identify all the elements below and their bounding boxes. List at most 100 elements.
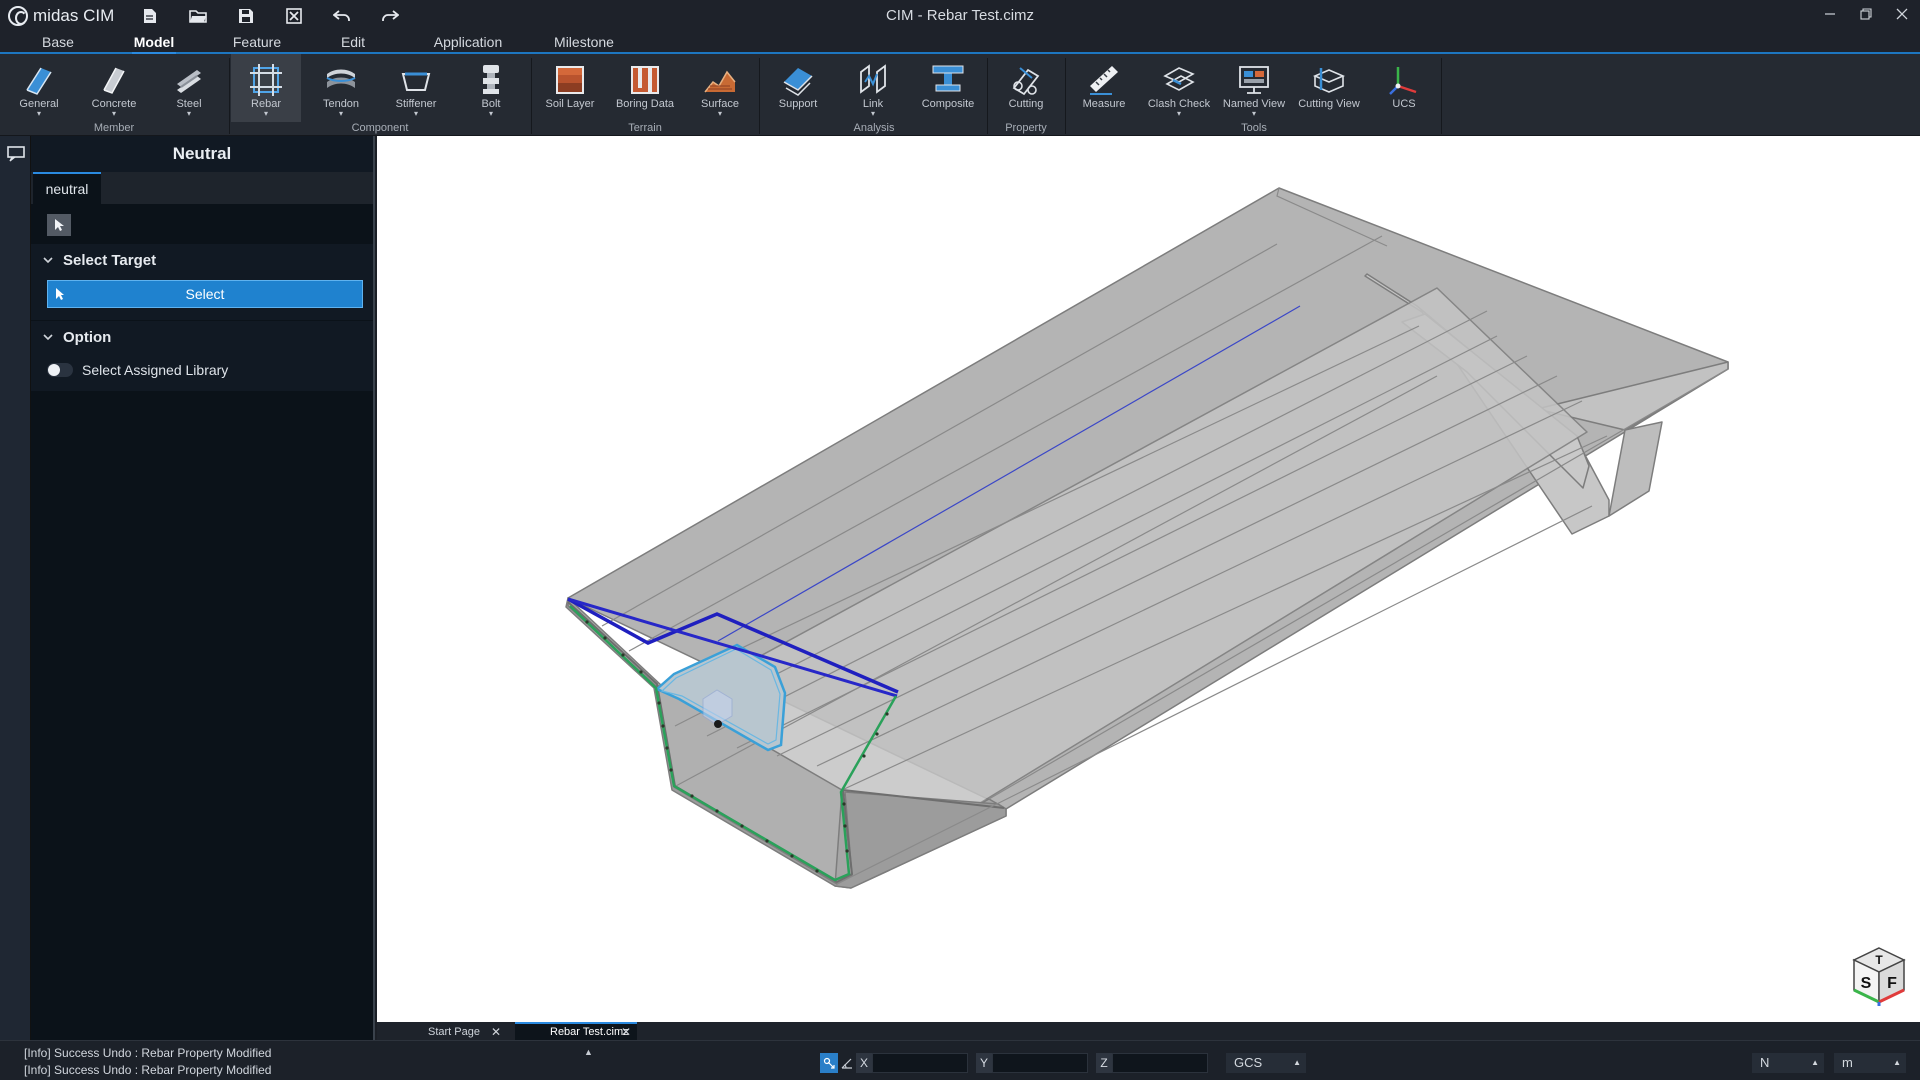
- select-assigned-library-toggle[interactable]: [47, 363, 73, 377]
- close-tab-icon[interactable]: ✕: [491, 1022, 501, 1042]
- angle-icon[interactable]: [838, 1053, 856, 1073]
- caret-up-icon: ▲: [1893, 1058, 1901, 1067]
- ribbon-measure-button[interactable]: Measure: [1069, 58, 1139, 122]
- stiffener-icon: [401, 72, 431, 91]
- select-assigned-library-label: Select Assigned Library: [82, 362, 229, 378]
- snap-icon[interactable]: [820, 1053, 838, 1073]
- open-folder-icon[interactable]: [174, 0, 222, 32]
- ribbon-soil-layer-button[interactable]: Soil Layer: [535, 58, 605, 122]
- option-section: Option Select Assigned Library: [31, 321, 373, 392]
- tab-base[interactable]: Base: [30, 32, 86, 52]
- coordinate-system-select[interactable]: GCS ▲: [1226, 1053, 1306, 1073]
- view-cube-top-label[interactable]: T: [1875, 953, 1883, 967]
- surface-icon: [704, 70, 736, 93]
- z-label: Z: [1096, 1053, 1112, 1073]
- tendon-icon: [326, 69, 356, 88]
- ribbon-rebar-button[interactable]: Rebar ▾: [231, 54, 301, 122]
- ribbon-ucs-button[interactable]: UCS: [1369, 58, 1439, 122]
- y-coordinate-input[interactable]: [992, 1053, 1088, 1073]
- ribbon-named-view-button[interactable]: Named View ▾: [1219, 58, 1289, 122]
- close-icon[interactable]: [1884, 0, 1920, 28]
- ribbon-bolt-button[interactable]: Bolt ▾: [456, 58, 526, 122]
- option-header[interactable]: Option: [31, 321, 373, 355]
- midas-logo-icon: [8, 6, 28, 26]
- ribbon-link-button[interactable]: Link ▾: [838, 58, 908, 122]
- panel-toolbar: [31, 204, 373, 244]
- ribbon-support-button[interactable]: Support: [763, 58, 833, 122]
- save-icon[interactable]: [222, 0, 270, 32]
- composite-icon: [932, 65, 964, 92]
- doc-tab-rebar-test[interactable]: Rebar Test.cimz ✕: [515, 1022, 637, 1042]
- side-strip: [0, 136, 31, 1040]
- tab-feature[interactable]: Feature: [222, 32, 292, 52]
- expand-log-icon[interactable]: ▲: [584, 1047, 593, 1057]
- model-viewport[interactable]: T S F: [377, 136, 1920, 1022]
- restore-icon[interactable]: [1848, 0, 1884, 28]
- concrete-member-icon: [103, 67, 125, 94]
- bridge-girder-model[interactable]: [377, 136, 1920, 1022]
- close-tab-icon[interactable]: ✕: [621, 1024, 631, 1041]
- x-coordinate-input[interactable]: [872, 1053, 968, 1073]
- panel-tabs: neutral: [31, 172, 373, 204]
- ribbon-tendon-button[interactable]: Tendon ▾: [306, 58, 376, 122]
- caret-up-icon: ▲: [1293, 1058, 1301, 1067]
- log-line: [Info] Success Undo : Rebar Property Mod…: [24, 1063, 272, 1077]
- select-assigned-library-row: Select Assigned Library: [31, 355, 373, 391]
- ribbon-steel-button[interactable]: Steel ▾: [154, 58, 224, 122]
- pointer-tool-button[interactable]: [47, 214, 71, 236]
- caret-up-icon: ▲: [1811, 1058, 1819, 1067]
- panel-title: Neutral: [31, 136, 373, 172]
- ribbon-group-terrain: Terrain: [628, 122, 662, 134]
- tab-application[interactable]: Application: [418, 32, 518, 52]
- app-logo: midas CIM: [8, 6, 126, 26]
- ribbon-group-property: Property: [1005, 122, 1047, 134]
- ribbon-cutting-view-button[interactable]: Cutting View: [1294, 58, 1364, 122]
- ribbon-concrete-button[interactable]: Concrete ▾: [79, 58, 149, 122]
- close-file-icon[interactable]: [270, 0, 318, 32]
- ribbon-cutting-button[interactable]: Cutting: [991, 58, 1061, 122]
- menu-bar: Base Model Feature Edit Application Mile…: [0, 32, 1920, 55]
- ribbon-group-analysis: Analysis: [853, 122, 895, 134]
- x-label: X: [856, 1053, 872, 1073]
- minimize-icon[interactable]: [1812, 0, 1848, 28]
- tab-edit[interactable]: Edit: [330, 32, 376, 52]
- ucs-icon: [1389, 67, 1417, 95]
- support-icon: [783, 68, 813, 96]
- ribbon-boring-data-button[interactable]: Boring Data: [610, 58, 680, 122]
- ribbon-surface-button[interactable]: Surface ▾: [685, 58, 755, 122]
- force-unit-select[interactable]: N ▲: [1752, 1053, 1824, 1073]
- doc-tab-start-page[interactable]: Start Page ✕: [393, 1022, 507, 1042]
- neutral-panel: Neutral neutral Select Target Select Opt…: [31, 136, 375, 1040]
- view-cube-left-label[interactable]: S: [1861, 975, 1872, 992]
- measure-icon: [1090, 66, 1118, 95]
- select-target-section: Select Target Select: [31, 244, 373, 321]
- document-tabs: Start Page ✕ Rebar Test.cimz ✕: [377, 1022, 1920, 1042]
- steel-member-icon: [177, 70, 201, 93]
- select-target-header[interactable]: Select Target: [31, 244, 373, 278]
- property-panel-icon[interactable]: [0, 136, 31, 172]
- coordinate-input-group: X Y Z: [820, 1053, 1208, 1073]
- view-cube[interactable]: T S F: [1848, 944, 1910, 1006]
- z-coordinate-input[interactable]: [1112, 1053, 1208, 1073]
- clash-check-icon: [1163, 67, 1195, 91]
- view-cube-right-label[interactable]: F: [1887, 975, 1897, 992]
- y-label: Y: [976, 1053, 992, 1073]
- new-file-icon[interactable]: [126, 0, 174, 32]
- tab-milestone[interactable]: Milestone: [546, 32, 622, 52]
- ribbon: General ▾ Concrete ▾ Steel ▾ Member Reba…: [0, 54, 1920, 136]
- log-line: [Info] Success Undo : Rebar Property Mod…: [24, 1046, 272, 1060]
- tab-neutral[interactable]: neutral: [33, 172, 101, 204]
- undo-icon[interactable]: [318, 0, 366, 32]
- ribbon-clash-check-button[interactable]: Clash Check ▾: [1144, 58, 1214, 122]
- brand-name: midas CIM: [33, 6, 115, 25]
- window-controls: [1812, 0, 1920, 32]
- ribbon-general-button[interactable]: General ▾: [4, 58, 74, 122]
- tab-model[interactable]: Model: [126, 32, 182, 55]
- ribbon-group-tools: Tools: [1241, 122, 1267, 134]
- link-icon: [860, 64, 886, 94]
- select-button[interactable]: Select: [47, 280, 363, 308]
- length-unit-select[interactable]: m ▲: [1834, 1053, 1906, 1073]
- redo-icon[interactable]: [366, 0, 414, 32]
- ribbon-composite-button[interactable]: Composite: [913, 58, 983, 122]
- ribbon-stiffener-button[interactable]: Stiffener ▾: [381, 58, 451, 122]
